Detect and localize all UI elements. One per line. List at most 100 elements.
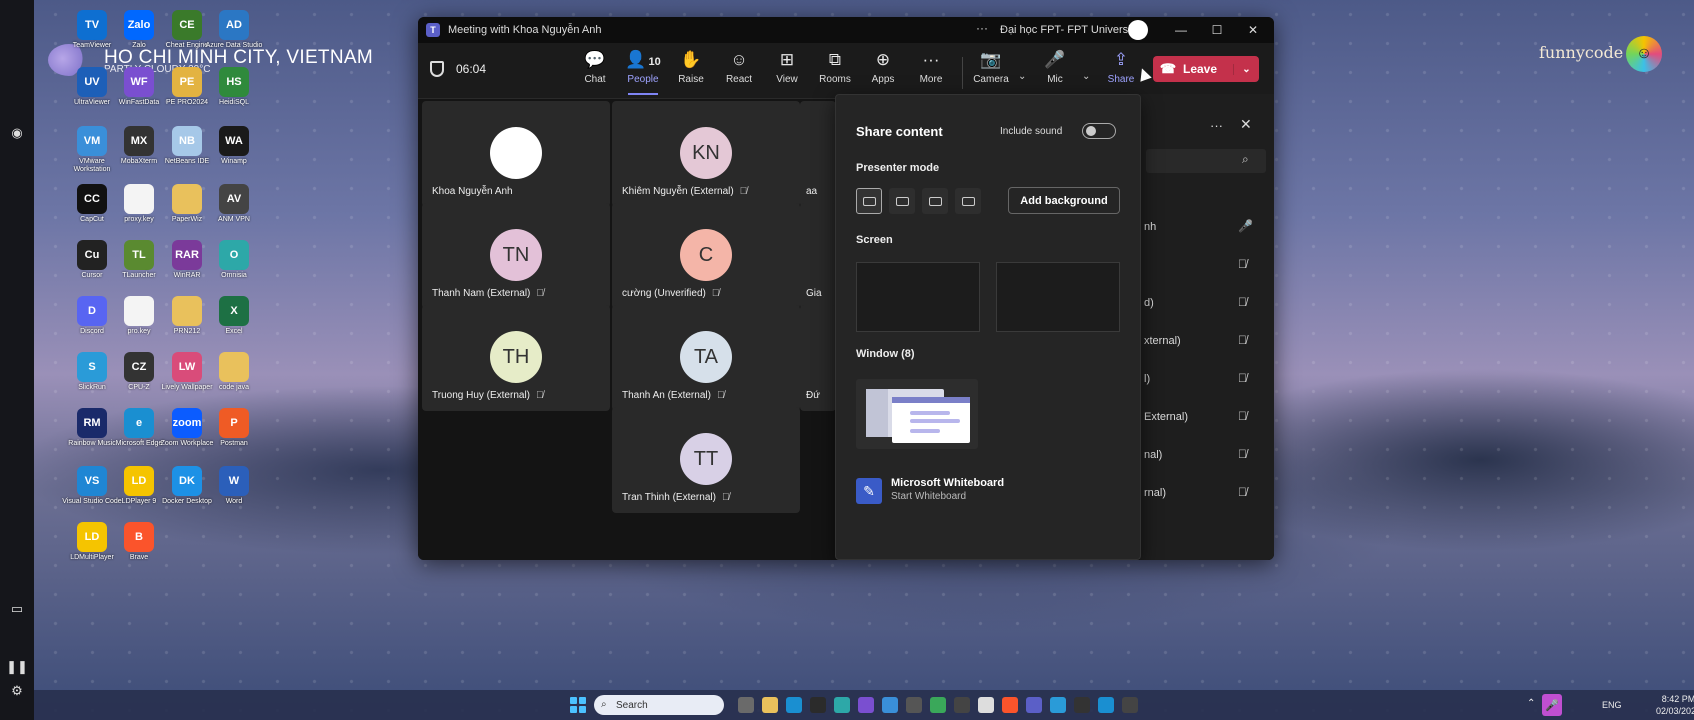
app-icon[interactable] [1098,697,1114,713]
app-icon[interactable] [906,697,922,713]
taskview-icon[interactable] [738,697,754,713]
mic-in-use-icon[interactable]: 🎤 [1542,694,1562,716]
teams-icon[interactable] [1026,697,1042,713]
input-language[interactable]: ENG [1602,700,1622,710]
pause-icon[interactable]: ❚❚ [6,656,28,678]
participant-tile[interactable]: KN Khiêm Nguyễn (External) 🎙̸ [612,101,800,207]
people-button[interactable]: 👤 10 People [620,49,666,95]
camera-button[interactable]: 📷 Camera [968,49,1014,95]
participant-row[interactable]: External) 🎙̸ [1140,408,1274,428]
tray-overflow-chevron-icon[interactable]: ⌃ [1527,698,1535,709]
mic-options-chevron-icon[interactable]: ⌄ [1082,71,1090,82]
desktop-app-icon: WA [219,126,249,156]
chat-button[interactable]: 💬 Chat [572,49,618,95]
chat-label: Chat [584,74,606,85]
minimize-button[interactable]: — [1166,20,1196,40]
add-background-button[interactable]: Add background [1008,187,1120,214]
desktop-icon[interactable]: X Excel [204,296,264,336]
desktop-icon[interactable]: B Brave [109,522,169,562]
desktop-icon[interactable]: AV ANM VPN [204,184,264,224]
participant-tile-partial[interactable]: aa [800,101,836,207]
participant-row[interactable]: d) 🎙̸ [1140,294,1274,314]
desktop-icon[interactable]: code java [204,352,264,392]
more-button[interactable]: ··· More [908,49,954,95]
participant-tile-partial[interactable]: Đứ [800,305,836,411]
brave-icon[interactable] [1002,697,1018,713]
visual-studio-icon[interactable] [858,697,874,713]
desktop-icon[interactable]: O Omnisia [204,240,264,280]
whiteboard-icon[interactable]: ✎ [856,478,882,504]
gear-icon[interactable]: ⚙ [6,680,28,702]
app-icon[interactable] [954,697,970,713]
desktop-app-icon: HS [219,67,249,97]
react-button[interactable]: ☺ React [716,49,762,95]
app-icon[interactable] [930,697,946,713]
ide-icon[interactable] [810,697,826,713]
participant-tile[interactable]: TH Truong Huy (External) 🎙̸ [422,305,610,411]
participant-row[interactable]: 🎙̸ [1140,256,1274,276]
leave-button[interactable]: ☎ Leave ⌄ [1153,56,1259,82]
chrome-icon[interactable] [834,697,850,713]
tray-clock[interactable]: 8:42 PM 02/03/2025 [1656,693,1694,717]
edge-icon[interactable] [786,697,802,713]
close-icon[interactable]: ✕ [1240,116,1252,133]
screen-option-1[interactable] [856,262,980,332]
close-window-button[interactable]: ✕ [1238,20,1268,40]
participant-row[interactable]: nal) 🎙̸ [1140,446,1274,466]
desktop-app-icon: AV [219,184,249,214]
desktop-icon-label: Cursor [81,272,103,279]
participant-tile[interactable]: Ccường (Unverified) 🎙̸ [612,203,800,309]
start-button[interactable] [570,697,586,713]
avatar: TT [680,433,732,485]
desktop-icon-label: SlickRun [78,384,106,391]
sidebar-app-icon[interactable]: ◉ [6,122,28,144]
desktop-icon[interactable]: W Word [204,466,264,506]
participant-tile[interactable]: TT Tran Thinh (External) 🎙̸ [612,407,800,513]
include-sound-toggle[interactable] [1082,123,1116,139]
participant-row[interactable]: nh 🎤 [1140,218,1274,238]
maximize-button[interactable]: ☐ [1202,20,1232,40]
mic-button[interactable]: 🎤 Mic [1032,49,1078,95]
rooms-button[interactable]: ⧉ Rooms [812,49,858,95]
titlebar-more-icon[interactable]: ··· [976,21,988,35]
participant-tile[interactable]: TA Thanh An (External) 🎙̸ [612,305,800,411]
raise-hand-button[interactable]: ✋ Raise [668,49,714,95]
camera-options-chevron-icon[interactable]: ⌄ [1018,71,1026,82]
taskbar-search-input[interactable]: Search [594,695,724,715]
desktop-icon[interactable]: WA Winamp [204,126,264,166]
file-explorer-icon[interactable] [762,697,778,713]
terminal-icon[interactable] [1074,697,1090,713]
view-button[interactable]: ⊞ View [764,49,810,95]
taskbar: Search ⌕ ⌃ 🎤 ENG 8:42 PM 02/03/2025 [34,690,1694,720]
desktop-icon[interactable]: AD Azure Data Studio [204,10,264,50]
participant-row[interactable]: rnal) 🎙̸ [1140,484,1274,504]
share-label: Share [1107,74,1135,85]
desktop-app-icon: CZ [124,352,154,382]
participant-name: aa [806,186,818,197]
desktop-icon[interactable]: P Postman [204,408,264,448]
app-icon[interactable] [1122,697,1138,713]
vscode-icon[interactable] [882,697,898,713]
whiteboard-name[interactable]: Microsoft Whiteboard [891,477,1004,489]
window-thumbnail[interactable] [856,379,978,449]
presenter-mode-reporter[interactable] [955,188,981,214]
presenter-mode-side-by-side[interactable] [922,188,948,214]
participant-tile-partial[interactable]: Gia [800,203,836,309]
leave-options-chevron-icon[interactable]: ⌄ [1233,63,1259,75]
screen-option-2[interactable] [996,262,1120,332]
presenter-mode-content-only[interactable] [856,188,882,214]
panel-more-icon[interactable]: ··· [1210,118,1223,133]
org-avatar[interactable] [1128,20,1148,40]
desktop-icon-label: Omnisia [221,272,247,279]
app-icon[interactable] [978,697,994,713]
presenter-mode-standout[interactable] [889,188,915,214]
participant-row[interactable]: xternal) 🎙̸ [1140,332,1274,352]
participant-row[interactable]: l) 🎙̸ [1140,370,1274,390]
apps-button[interactable]: ⊕ Apps [860,49,906,95]
participant-tile[interactable]: TN Thanh Nam (External) 🎙̸ [422,203,610,309]
participant-row-name: xternal) [1144,335,1181,347]
app-icon[interactable] [1050,697,1066,713]
desktop-icon[interactable]: HS HeidiSQL [204,67,264,107]
participant-tile[interactable]: Khoa Nguyễn Anh [422,101,610,207]
sidebar-window-icon[interactable]: ▭ [6,598,28,620]
